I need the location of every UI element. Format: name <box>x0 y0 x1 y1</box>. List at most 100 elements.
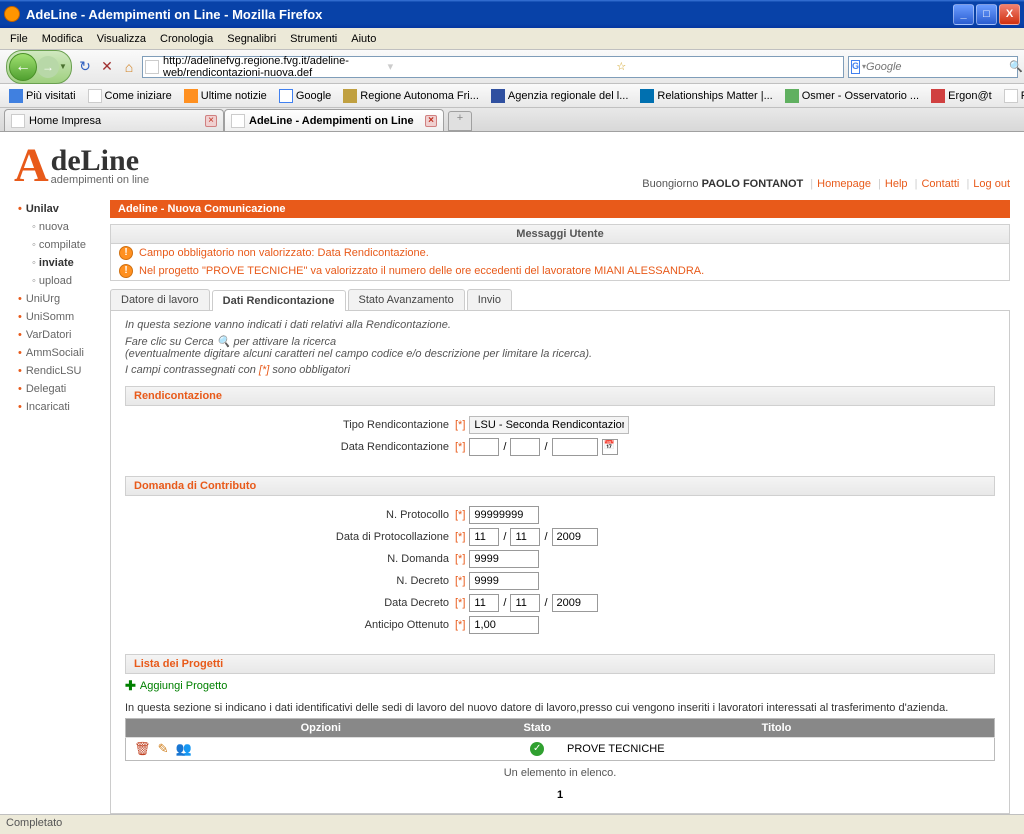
bookmarks-bar: Più visitati Come iniziare Ultime notizi… <box>0 84 1024 108</box>
bookmark-item[interactable]: ReteLavoro <box>999 87 1024 105</box>
history-dropdown[interactable]: ▼ <box>59 62 69 71</box>
sidebar-item-vardatori[interactable]: VarDatori <box>14 326 104 344</box>
link-contatti[interactable]: Contatti <box>921 178 959 190</box>
tab-stato[interactable]: Stato Avanzamento <box>348 289 465 310</box>
bookmark-item[interactable]: Più visitati <box>4 87 81 105</box>
message-item: ! Nel progetto "PROVE TECNICHE" va valor… <box>111 262 1009 280</box>
link-logout[interactable]: Log out <box>973 178 1010 190</box>
browser-tab[interactable]: AdeLine - Adempimenti on Line × <box>224 109 444 131</box>
tab-icon <box>231 114 245 128</box>
anticipo-field[interactable] <box>469 616 539 634</box>
sidebar-item-ammsociali[interactable]: AmmSociali <box>14 344 104 362</box>
tab-close-icon[interactable]: × <box>425 115 437 127</box>
data-rend-day[interactable] <box>469 438 499 456</box>
maximize-button[interactable]: □ <box>976 4 997 25</box>
users-icon[interactable]: 👥 <box>176 741 192 756</box>
bookmark-item[interactable]: Relationships Matter |... <box>635 87 777 105</box>
title-bar: AdeLine - Adempimenti on Line - Mozilla … <box>0 0 1024 28</box>
progetti-table: Opzioni Stato Titolo 🗑 ✎ 👥 <box>125 718 995 761</box>
back-button[interactable]: ← <box>9 53 37 81</box>
browser-tab[interactable]: Home Impresa × <box>4 109 224 131</box>
minimize-button[interactable]: _ <box>953 4 974 25</box>
sidebar-item-rendicls[interactable]: RendicLSU <box>14 362 104 380</box>
status-bar: Completato <box>0 814 1024 834</box>
feed-icon[interactable]: ▾ <box>388 60 613 73</box>
menu-file[interactable]: File <box>4 31 34 47</box>
menu-strumenti[interactable]: Strumenti <box>284 31 343 47</box>
tab-dati-rendicontazione[interactable]: Dati Rendicontazione <box>212 290 346 311</box>
sidebar-item-incaricati[interactable]: Incaricati <box>14 398 104 416</box>
search-input[interactable] <box>866 61 1009 73</box>
address-bar[interactable]: http://adelinefvg.regione.fvg.it/adeline… <box>142 56 844 78</box>
menu-segnalibri[interactable]: Segnalibri <box>221 31 282 47</box>
tab-label: Home Impresa <box>29 115 101 127</box>
search-icon[interactable]: 🔍 <box>1009 60 1023 73</box>
sidebar-item-compilate[interactable]: compilate <box>14 236 104 254</box>
status-text: Completato <box>6 817 62 829</box>
add-progetto-link[interactable]: ✚ Aggiungi Progetto <box>125 674 995 698</box>
intro-text: Fare clic su Cerca 🔍 per attivare la ric… <box>125 335 995 360</box>
forward-button[interactable]: → <box>37 56 59 78</box>
tab-datore[interactable]: Datore di lavoro <box>110 289 210 310</box>
link-homepage[interactable]: Homepage <box>817 178 871 190</box>
warning-icon: ! <box>119 246 133 260</box>
user-bar: Buongiorno PAOLO FONTANOT |Homepage |Hel… <box>642 178 1010 190</box>
nproto-field[interactable] <box>469 506 539 524</box>
data-rend-year[interactable] <box>552 438 598 456</box>
reload-button[interactable]: ↻ <box>76 58 94 76</box>
tab-invio[interactable]: Invio <box>467 289 512 310</box>
ndomanda-field[interactable] <box>469 550 539 568</box>
tipo-field[interactable] <box>469 416 629 434</box>
sidebar-item-unisomm[interactable]: UniSomm <box>14 308 104 326</box>
sidebar-item-inviate[interactable]: inviate <box>14 254 104 272</box>
progetti-desc: In questa sezione si indicano i dati ide… <box>125 702 995 714</box>
menu-cronologia[interactable]: Cronologia <box>154 31 219 47</box>
url-text: http://adelinefvg.regione.fvg.it/adeline… <box>163 55 388 79</box>
bookmark-item[interactable]: Google <box>274 87 336 105</box>
menu-aiuto[interactable]: Aiuto <box>345 31 382 47</box>
dataproto-month[interactable] <box>510 528 540 546</box>
edit-icon[interactable]: ✎ <box>158 741 169 756</box>
bookmark-item[interactable]: Agenzia regionale del l... <box>486 87 633 105</box>
link-help[interactable]: Help <box>885 178 908 190</box>
dataproto-day[interactable] <box>469 528 499 546</box>
tab-icon <box>11 114 25 128</box>
home-button[interactable]: ⌂ <box>120 58 138 76</box>
intro-text: In questa sezione vanno indicati i dati … <box>125 319 995 331</box>
close-button[interactable]: X <box>999 4 1020 25</box>
bookmark-item[interactable]: Ergon@t <box>926 87 997 105</box>
sidebar-item-upload[interactable]: upload <box>14 272 104 290</box>
page-icon <box>145 60 159 74</box>
bookmark-item[interactable]: Osmer - Osservatorio ... <box>780 87 924 105</box>
menu-modifica[interactable]: Modifica <box>36 31 89 47</box>
search-bar[interactable]: G ▾ 🔍 <box>848 56 1018 78</box>
bookmark-item[interactable]: Come iniziare <box>83 87 177 105</box>
bookmark-item[interactable]: Ultime notizie <box>179 87 272 105</box>
menu-bar: File Modifica Visualizza Cronologia Segn… <box>0 28 1024 50</box>
ndecreto-field[interactable] <box>469 572 539 590</box>
delete-icon[interactable]: 🗑 <box>134 741 151 756</box>
data-rend-month[interactable] <box>510 438 540 456</box>
col-stato: Stato <box>516 719 560 738</box>
section-rendicontazione: Rendicontazione <box>125 386 995 406</box>
datadecreto-year[interactable] <box>552 594 598 612</box>
datadecreto-month[interactable] <box>510 594 540 612</box>
bookmark-star-icon[interactable]: ☆ <box>616 60 841 73</box>
stop-button[interactable]: ✕ <box>98 58 116 76</box>
google-icon[interactable]: G <box>851 60 860 74</box>
dataproto-year[interactable] <box>552 528 598 546</box>
new-tab-button[interactable]: + <box>448 111 472 131</box>
datadecreto-day[interactable] <box>469 594 499 612</box>
calendar-icon[interactable]: 📅 <box>602 439 618 455</box>
tab-close-icon[interactable]: × <box>205 115 217 127</box>
menu-visualizza[interactable]: Visualizza <box>91 31 152 47</box>
bookmark-item[interactable]: Regione Autonoma Fri... <box>338 87 484 105</box>
sidebar-item-unilav[interactable]: Unilav <box>14 200 104 218</box>
breadcrumb: Adeline - Nuova Comunicazione <box>110 200 1010 218</box>
sidebar-item-nuova[interactable]: nuova <box>14 218 104 236</box>
window-title: AdeLine - Adempimenti on Line - Mozilla … <box>26 7 953 22</box>
col-opzioni: Opzioni <box>126 719 516 738</box>
sidebar-item-delegati[interactable]: Delegati <box>14 380 104 398</box>
search-icon: 🔍 <box>217 336 231 348</box>
sidebar-item-uniurg[interactable]: UniUrg <box>14 290 104 308</box>
